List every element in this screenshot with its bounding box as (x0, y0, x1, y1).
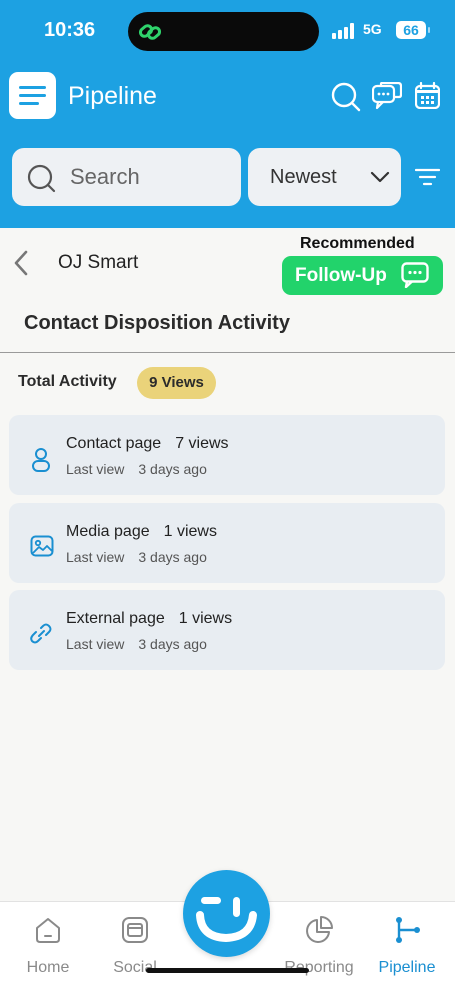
pipeline-icon (396, 917, 420, 943)
page-title: Pipeline (68, 82, 157, 110)
image-icon (30, 535, 54, 557)
menu-icon (19, 86, 46, 105)
sort-selected-value: Newest (270, 166, 337, 188)
chevron-down-icon (370, 171, 390, 183)
activity-title: Contact page 7 views (66, 435, 229, 452)
link-icon (138, 24, 162, 40)
section-title: Contact Disposition Activity (24, 312, 290, 334)
activity-time: 3 days ago (138, 549, 207, 565)
back-chevron-icon[interactable] (12, 250, 32, 276)
nav-label-home: Home (26, 959, 70, 976)
activity-count: 1 views (178, 610, 233, 627)
home-indicator (146, 968, 309, 973)
assistant-fab-button[interactable] (183, 870, 270, 957)
smiley-logo-icon (196, 897, 257, 943)
nav-item-pipeline[interactable]: Pipeline (372, 916, 442, 977)
signal-icon (332, 23, 354, 39)
home-icon (36, 918, 60, 943)
search-icon[interactable] (331, 82, 361, 112)
nav-label-pipeline: Pipeline (378, 959, 436, 976)
activity-card-contact[interactable]: Contact page 7 views Last view 3 days ago (9, 415, 445, 495)
recommended-label: Recommended (300, 235, 415, 252)
search-field[interactable] (12, 148, 241, 206)
section-divider (0, 352, 455, 353)
app-header: 10:36 5G 66 Pipeline Search Newest (0, 0, 455, 228)
message-icon (401, 262, 429, 288)
search-icon (27, 164, 56, 193)
status-time: 10:36 (44, 19, 96, 41)
activity-title: External page 1 views (66, 610, 233, 627)
battery-icon: 66 (396, 21, 430, 39)
calendar-icon[interactable] (415, 82, 440, 109)
activity-time: 3 days ago (138, 461, 207, 477)
activity-count: 1 views (163, 523, 217, 540)
person-icon (32, 448, 50, 472)
activity-title: Media page 1 views (66, 523, 217, 540)
filter-icon[interactable] (415, 168, 440, 186)
sort-dropdown[interactable]: Newest (248, 148, 401, 206)
activity-subtitle: Last view 3 days ago (66, 636, 207, 652)
chat-icon[interactable] (372, 82, 402, 110)
activity-count: 7 views (175, 435, 229, 452)
pie-chart-icon (306, 916, 333, 943)
activity-time: 3 days ago (138, 636, 207, 652)
total-activity-label: Total Activity (18, 373, 117, 390)
search-input[interactable] (70, 162, 230, 192)
dynamic-island (128, 12, 319, 51)
activity-card-media[interactable]: Media page 1 views Last view 3 days ago (9, 503, 445, 583)
social-icon (122, 917, 148, 943)
activity-card-external[interactable]: External page 1 views Last view 3 days ago (9, 590, 445, 670)
nav-item-home[interactable]: Home (22, 916, 74, 977)
network-label: 5G (363, 21, 382, 37)
menu-button[interactable] (9, 72, 56, 119)
follow-up-label: Follow-Up (295, 265, 387, 286)
activity-subtitle: Last view 3 days ago (66, 549, 207, 565)
link-icon (30, 623, 52, 644)
contact-name: OJ Smart (58, 252, 139, 273)
activity-subtitle: Last view 3 days ago (66, 461, 207, 477)
views-badge: 9 Views (137, 367, 216, 399)
follow-up-button[interactable]: Follow-Up (282, 256, 443, 295)
status-bar: 10:36 5G 66 (0, 0, 455, 62)
